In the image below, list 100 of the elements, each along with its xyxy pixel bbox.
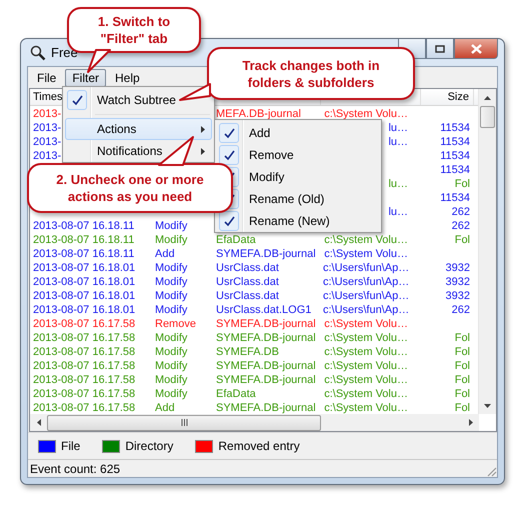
location-cell: c:\Users\fun\Ap… xyxy=(323,262,410,274)
size-cell: 11534 xyxy=(440,150,470,162)
location-cell: lu… xyxy=(388,178,408,190)
size-cell: 3932 xyxy=(446,276,470,288)
window-title: Free xyxy=(51,45,78,60)
resize-grip-icon[interactable] xyxy=(485,465,497,477)
menu-item[interactable]: Remove xyxy=(217,144,379,166)
checkbox[interactable] xyxy=(219,123,239,143)
menu-item[interactable]: Rename (New) xyxy=(217,210,379,232)
scroll-thumb[interactable] xyxy=(47,414,321,430)
size-cell: 262 xyxy=(452,220,470,232)
action-cell: Modify xyxy=(155,234,188,246)
menu-item[interactable]: Actions xyxy=(65,118,212,140)
action-cell: Remove xyxy=(155,318,196,330)
maximize-button[interactable] xyxy=(426,39,454,59)
timestamp-cell: 2013-08-07 16.17.58 xyxy=(33,402,136,414)
location-cell: c:\System Volu… xyxy=(324,360,408,372)
file-name-cell: SYMEFA.DB-journal xyxy=(216,402,316,414)
action-cell: Modify xyxy=(155,374,188,386)
scroll-right-icon[interactable] xyxy=(468,419,472,426)
timestamp-cell: 2013-08-07 16.18.11 xyxy=(33,220,134,232)
action-cell: Modify xyxy=(155,262,188,274)
file-name-cell: SYMEFA.DB-journal xyxy=(216,360,316,372)
file-name-cell: EfaData xyxy=(216,388,256,400)
callout-tooltip: Track changes both in folders & subfolders xyxy=(207,47,415,100)
timestamp-cell: 2013-08-07 16.17.58 xyxy=(33,318,136,330)
location-cell: c:\System Volu… xyxy=(324,402,408,414)
check-icon xyxy=(224,150,234,160)
menu-bar-item[interactable]: File xyxy=(30,68,64,86)
action-cell: Modify xyxy=(155,276,188,288)
close-button[interactable] xyxy=(454,39,498,59)
size-cell: 11534 xyxy=(440,164,470,176)
location-cell: c:\System Volu… xyxy=(324,234,408,246)
location-cell: lu… xyxy=(388,122,408,134)
size-cell: 11534 xyxy=(440,122,470,134)
timestamp-cell: 2013-08-07 16.18.01 xyxy=(33,262,136,274)
size-cell: 11534 xyxy=(440,136,470,148)
scroll-left-icon[interactable] xyxy=(36,419,40,426)
file-name-cell: SYMEFA.DB-journal xyxy=(216,248,316,260)
vertical-scrollbar[interactable] xyxy=(478,89,496,414)
check-icon xyxy=(72,94,82,106)
file-name-cell: UsrClass.dat.LOG1 xyxy=(216,304,312,316)
size-cell: Fol xyxy=(454,234,470,246)
submenu-arrow-icon xyxy=(201,148,205,154)
timestamp-cell: 2013-08-07 16.18.01 xyxy=(33,276,136,288)
column-header[interactable]: Size xyxy=(448,91,469,103)
location-cell: c:\System Volu… xyxy=(324,332,408,344)
size-cell: Fol xyxy=(454,178,470,190)
size-cell: Fol xyxy=(454,402,470,414)
close-icon xyxy=(470,44,482,54)
legend-label: File xyxy=(61,439,80,453)
maximize-icon xyxy=(435,44,445,52)
timestamp-cell: 2013-08-07 16.17.58 xyxy=(33,346,136,358)
file-name-cell: MEFA.DB-journal xyxy=(216,108,301,120)
location-cell: c:\System Volu… xyxy=(324,318,408,330)
magnifier-icon xyxy=(30,44,46,60)
size-cell: Fol xyxy=(454,332,470,344)
file-name-cell: SYMEFA.DB-journal xyxy=(216,374,316,386)
action-cell: Modify xyxy=(155,220,188,232)
size-cell: Fol xyxy=(454,374,470,386)
action-cell: Modify xyxy=(155,346,188,358)
checkbox[interactable] xyxy=(67,90,87,110)
checkbox[interactable] xyxy=(219,211,239,231)
grip-icon xyxy=(180,419,188,426)
file-name-cell: EfaData xyxy=(216,234,256,246)
action-cell: Add xyxy=(155,402,175,414)
timestamp-cell: 2013-08-07 16.17.58 xyxy=(33,332,136,344)
timestamp-cell: 2013-08-07 16.17.58 xyxy=(33,360,136,372)
scroll-up-icon[interactable] xyxy=(484,96,491,100)
action-cell: Add xyxy=(155,248,175,260)
action-cell: Modify xyxy=(155,360,188,372)
size-cell: 262 xyxy=(452,206,470,218)
legend-label: Directory xyxy=(125,439,174,453)
location-cell: c:\System Volu… xyxy=(324,388,408,400)
action-cell: Modify xyxy=(155,304,188,316)
size-cell: Fol xyxy=(454,360,470,372)
timestamp-cell: 2013-08-07 16.18.01 xyxy=(33,304,136,316)
timestamp-cell: 2013-08-07 16.17.58 xyxy=(33,374,136,386)
location-cell: lu… xyxy=(388,206,408,218)
action-cell: Modify xyxy=(155,388,188,400)
horizontal-scrollbar[interactable] xyxy=(30,414,479,431)
file-name-cell: UsrClass.dat xyxy=(216,290,279,302)
size-cell: 3932 xyxy=(446,262,470,274)
menu-bar-item[interactable]: Help xyxy=(108,68,147,86)
scroll-down-icon[interactable] xyxy=(484,404,491,408)
location-cell: c:\Users\fun\Ap… xyxy=(323,290,410,302)
timestamp-cell: 2013-08-07 16.17.58 xyxy=(33,388,136,400)
menu-item[interactable]: Notifications xyxy=(65,140,212,162)
scroll-thumb[interactable] xyxy=(480,106,495,128)
callout-pointer xyxy=(178,82,212,102)
checkbox[interactable] xyxy=(219,145,239,165)
column-header[interactable]: Times xyxy=(33,91,63,103)
location-cell: c:\Users\fun\Ap… xyxy=(323,276,410,288)
size-cell: 3932 xyxy=(446,290,470,302)
submenu-arrow-icon xyxy=(201,126,205,132)
size-cell: 262 xyxy=(452,304,470,316)
menu-item[interactable]: Add xyxy=(217,122,379,144)
action-cell: Modify xyxy=(155,332,188,344)
timestamp-cell: 2013- xyxy=(33,136,62,148)
file-name-cell: UsrClass.dat xyxy=(216,276,279,288)
